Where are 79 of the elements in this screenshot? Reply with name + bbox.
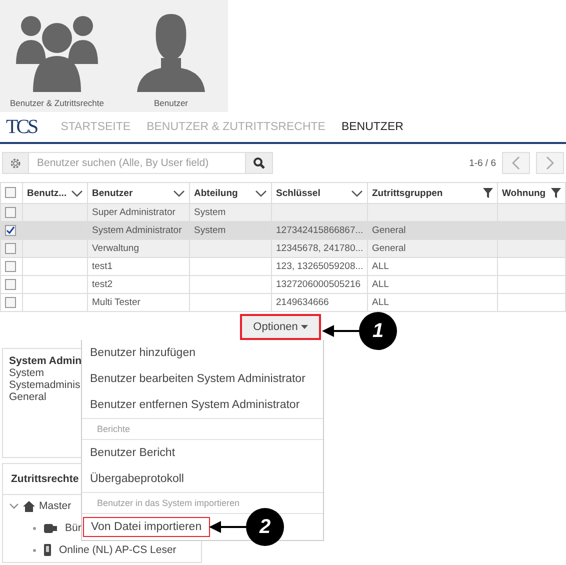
- table-cell: System Administrator: [92, 225, 182, 236]
- menu-section-header: Berichte: [97, 424, 130, 434]
- step-number: 1: [359, 312, 397, 350]
- table-cell: Verwaltung: [92, 243, 140, 254]
- filter-icon: [551, 188, 561, 198]
- menu-item[interactable]: Benutzer bearbeiten System Administrator: [82, 369, 314, 389]
- settings-button[interactable]: [2, 152, 29, 174]
- chevron-down-icon[interactable]: [9, 503, 19, 509]
- tree-item[interactable]: Online (NL) AP-CS Leser: [59, 544, 176, 556]
- table-cell: test1: [92, 261, 113, 272]
- table-cell: ALL: [372, 297, 389, 308]
- chevron-down-icon: [173, 190, 185, 196]
- column-header[interactable]: Abteilung: [190, 182, 272, 204]
- table-cell: test2: [92, 279, 113, 290]
- arrow: [209, 521, 247, 533]
- panel-title: Zutrittsrechte: [11, 473, 79, 485]
- table-cell: ALL: [372, 261, 389, 272]
- table-cell: System: [194, 207, 226, 218]
- menu-item[interactable]: Übergabeprotokoll: [82, 469, 192, 489]
- search-field[interactable]: Benutzer suchen (Alle, By User field): [29, 152, 245, 174]
- detail-text: System: [9, 367, 44, 379]
- bullet-icon: [33, 526, 36, 530]
- arrow: [322, 325, 360, 337]
- table-cell: Super Administrator: [92, 207, 176, 218]
- chevron-down-icon: [351, 190, 363, 196]
- device-icon: [44, 524, 57, 532]
- select-all-checkbox[interactable]: [5, 187, 16, 198]
- table-cell: System: [194, 225, 226, 236]
- detail-text: Systemadminis: [9, 379, 80, 391]
- chevron-right-icon: [546, 156, 554, 170]
- search-icon: [253, 157, 265, 169]
- table-cell: 2149634666: [276, 297, 329, 308]
- row-checkbox[interactable]: [5, 278, 16, 290]
- menu-item[interactable]: Von Datei importieren: [83, 517, 210, 537]
- menu-item[interactable]: Benutzer Bericht: [82, 443, 184, 463]
- card-reader-icon: [44, 544, 51, 556]
- table-cell: 12345678, 241780...: [276, 243, 364, 254]
- bullet-icon: [33, 548, 36, 552]
- nav-tab[interactable]: BENUTZER: [341, 121, 404, 133]
- chevron-left-icon: [512, 156, 520, 170]
- row-checkbox[interactable]: [5, 296, 16, 308]
- menu-item[interactable]: Benutzer entfernen System Administrator: [82, 395, 308, 415]
- column-header[interactable]: Schlüssel: [272, 182, 368, 204]
- settings-icon: [9, 156, 22, 170]
- column-header[interactable]: Benutzer: [88, 182, 190, 204]
- user-name: System Admin: [9, 355, 82, 367]
- search-button[interactable]: [245, 152, 273, 174]
- home-icon: [23, 500, 35, 512]
- options-button[interactable]: Optionen: [240, 314, 321, 340]
- tile-button[interactable]: Benutzer: [114, 0, 228, 112]
- row-checkbox[interactable]: [5, 260, 16, 272]
- row-checkbox[interactable]: [5, 224, 16, 236]
- step-number: 2: [246, 508, 284, 546]
- chevron-down-icon: [71, 190, 83, 196]
- column-header[interactable]: Zutrittsgruppen: [368, 182, 498, 204]
- tile-button[interactable]: Benutzer & Zutrittsrechte: [0, 0, 114, 112]
- table-cell: 127342415866867...: [276, 225, 364, 236]
- table-cell: 123, 13265059208...: [276, 261, 364, 272]
- person-icon: [135, 12, 207, 92]
- row-checkbox[interactable]: [5, 206, 16, 218]
- chevron-down-icon: [255, 190, 267, 196]
- row-checkbox[interactable]: [5, 242, 16, 254]
- table-cell: General: [372, 243, 406, 254]
- caret-icon: [300, 325, 308, 329]
- menu-item[interactable]: Benutzer hinzufügen: [82, 343, 204, 363]
- tree-item[interactable]: Bür: [65, 522, 82, 534]
- filter-icon: [483, 188, 493, 198]
- next-page-button[interactable]: [536, 152, 564, 174]
- previous-page-button[interactable]: [502, 152, 530, 174]
- table-cell: Multi Tester: [92, 297, 140, 308]
- menu-section-header: Benutzer in das System importieren: [97, 498, 240, 508]
- table-cell: General: [372, 225, 406, 236]
- tree-item[interactable]: Master: [39, 500, 72, 512]
- table-cell: 1327206000505216: [276, 279, 361, 290]
- column-header[interactable]: Wohnung: [498, 182, 566, 204]
- logo: TCS: [6, 116, 37, 138]
- detail-text: General: [9, 391, 46, 403]
- table-cell: ALL: [372, 279, 389, 290]
- page-range: 1-6 / 6: [469, 158, 496, 168]
